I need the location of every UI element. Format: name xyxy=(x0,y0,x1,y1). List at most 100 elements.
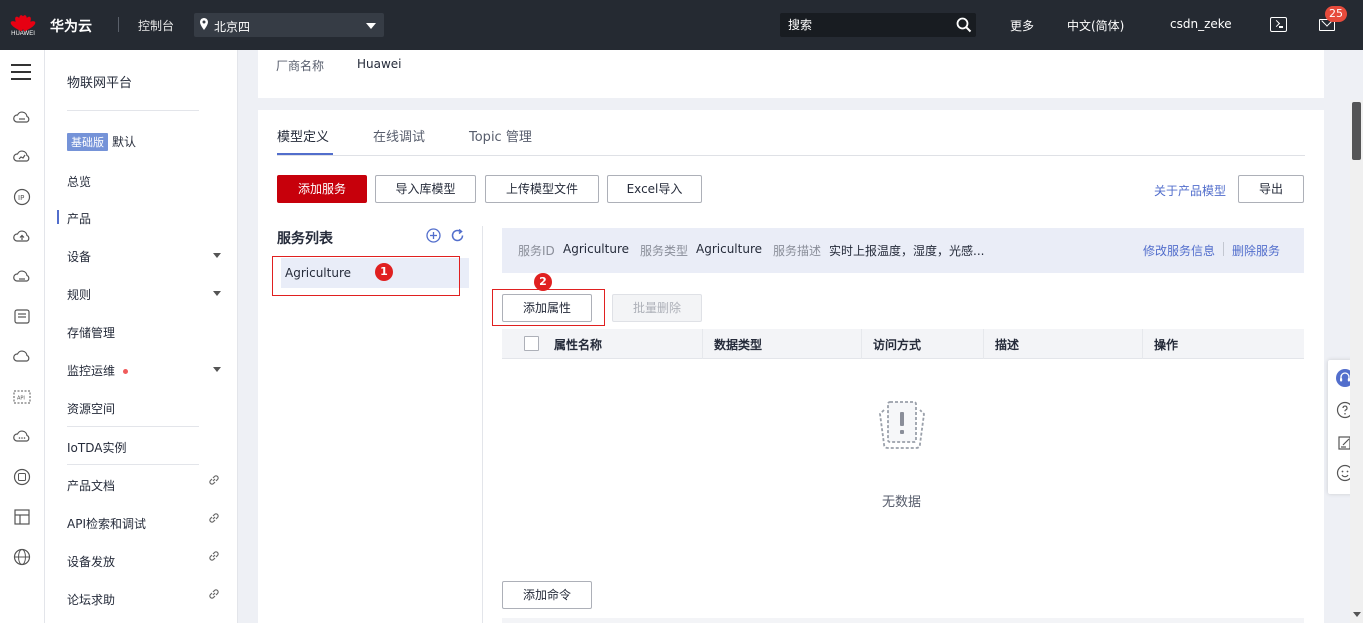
location-pin-icon xyxy=(200,18,208,30)
chevron-down-icon[interactable] xyxy=(213,367,221,372)
service-desc-value: 实时上报温度，湿度，光感... xyxy=(829,244,985,258)
notification-badge: 25 xyxy=(1325,6,1347,22)
service-list-title: 服务列表 xyxy=(277,231,333,247)
cloud-dots-icon[interactable] xyxy=(12,427,32,447)
chevron-down-icon[interactable] xyxy=(213,253,221,258)
language-selector[interactable]: 中文(简体) xyxy=(1067,17,1124,34)
service-icon-rail: IP API xyxy=(0,50,45,623)
menu-item-docs[interactable]: 产品文档 xyxy=(67,477,115,494)
tab-online-debug[interactable]: 在线调试 xyxy=(373,126,425,145)
menu-item-monitoring[interactable]: 监控运维 xyxy=(67,362,129,379)
database-icon[interactable] xyxy=(12,467,32,487)
column-header-access-mode: 访问方式 xyxy=(873,338,922,352)
cloud-server-icon[interactable] xyxy=(12,108,32,128)
terminal-icon[interactable] xyxy=(1270,17,1287,32)
iot-platform-menu: 物联网平台 基础版 默认 总览 产品 设备 规则 存储管理 监控运维 资源空间 I… xyxy=(45,50,238,623)
upload-model-file-button[interactable]: 上传模型文件 xyxy=(485,175,599,203)
column-header-actions: 操作 xyxy=(1154,338,1179,352)
svg-text:IP: IP xyxy=(18,194,24,202)
external-link-icon[interactable] xyxy=(207,473,221,487)
edit-service-link[interactable]: 修改服务信息 xyxy=(1143,242,1215,259)
service-id-value: Agriculture xyxy=(563,242,629,256)
edition-selector[interactable]: 基础版 默认 xyxy=(67,133,136,151)
region-label: 北京四 xyxy=(214,20,251,34)
huawei-logo-icon xyxy=(9,7,37,32)
import-library-model-button[interactable]: 导入库模型 xyxy=(375,175,476,203)
about-product-model-link[interactable]: 关于产品模型 xyxy=(1154,182,1226,199)
menu-item-overview[interactable]: 总览 xyxy=(67,173,91,190)
refresh-icon[interactable] xyxy=(450,228,465,243)
console-link[interactable]: 控制台 xyxy=(138,17,174,34)
column-separator xyxy=(861,329,862,359)
column-header-description: 描述 xyxy=(995,338,1020,352)
region-selector[interactable]: 北京四 xyxy=(194,13,384,37)
more-menu[interactable]: 更多 xyxy=(1010,17,1034,34)
edition-tag: 基础版 xyxy=(67,133,108,151)
menu-item-devices[interactable]: 设备 xyxy=(67,248,91,265)
caret-down-icon xyxy=(366,23,376,29)
document-list-icon[interactable] xyxy=(12,307,32,327)
cloud-storage-icon[interactable] xyxy=(12,267,32,287)
top-navbar: HUAWEI 华为云 控制台 北京四 更多 中文(简体) csdn_zeke 2… xyxy=(0,0,1363,50)
divider xyxy=(67,426,199,427)
service-type-label: 服务类型 xyxy=(640,244,689,258)
menu-title: 物联网平台 xyxy=(67,76,133,91)
column-header-data-type: 数据类型 xyxy=(714,338,763,352)
delete-service-link[interactable]: 删除服务 xyxy=(1232,242,1280,259)
external-link-icon[interactable] xyxy=(207,511,221,525)
cloud-network-icon[interactable] xyxy=(12,347,32,367)
annotation-marker-1: 1 xyxy=(375,263,393,281)
api-gateway-icon[interactable]: API xyxy=(12,387,32,407)
tab-topic-management[interactable]: Topic 管理 xyxy=(469,126,532,145)
add-circle-icon[interactable] xyxy=(426,228,441,243)
menu-item-api[interactable]: API检索和调试 xyxy=(67,515,146,532)
search-input[interactable] xyxy=(788,16,948,34)
add-property-button[interactable]: 添加属性 xyxy=(502,294,592,322)
vendor-value: Huawei xyxy=(357,57,402,71)
export-button[interactable]: 导出 xyxy=(1238,175,1304,203)
elastic-ip-icon[interactable]: IP xyxy=(12,187,32,207)
globe-icon[interactable] xyxy=(12,547,32,567)
active-tab-underline xyxy=(277,153,333,155)
chevron-down-icon[interactable] xyxy=(213,291,221,296)
select-all-checkbox[interactable] xyxy=(524,336,539,351)
scrollbar-thumb[interactable] xyxy=(1352,102,1361,160)
column-separator xyxy=(702,329,703,359)
search-icon[interactable] xyxy=(956,17,972,33)
add-service-button[interactable]: 添加服务 xyxy=(277,175,367,203)
service-type-value: Agriculture xyxy=(696,242,762,256)
global-search[interactable] xyxy=(780,13,976,37)
active-indicator xyxy=(57,210,59,224)
external-link-icon[interactable] xyxy=(207,587,221,601)
layout-grid-icon[interactable] xyxy=(12,507,32,527)
cloud-monitor-icon[interactable] xyxy=(12,147,32,167)
cloud-upload-icon[interactable] xyxy=(12,227,32,247)
tab-model-definition[interactable]: 模型定义 xyxy=(277,126,329,145)
menu-item-rules[interactable]: 规则 xyxy=(67,286,91,303)
hamburger-menu-icon[interactable] xyxy=(11,64,31,80)
menu-item-iotda[interactable]: IoTDA实例 xyxy=(67,439,126,456)
annotation-marker-2: 2 xyxy=(534,273,552,291)
menu-item-storage[interactable]: 存储管理 xyxy=(67,324,115,341)
huawei-logo[interactable]: HUAWEI xyxy=(8,7,38,43)
menu-item-forum[interactable]: 论坛求助 xyxy=(67,591,115,608)
column-header-property-name: 属性名称 xyxy=(554,338,603,352)
service-info-bar: 服务ID Agriculture 服务类型 Agriculture 服务描述 实… xyxy=(502,228,1304,273)
annotation-box-1 xyxy=(272,256,460,296)
service-desc-label: 服务描述 xyxy=(773,244,822,258)
user-menu[interactable]: csdn_zeke xyxy=(1170,17,1232,31)
logo-text: HUAWEI xyxy=(11,31,35,37)
batch-delete-button[interactable]: 批量删除 xyxy=(612,294,702,322)
menu-item-resource-space[interactable]: 资源空间 xyxy=(67,400,115,417)
column-separator xyxy=(983,329,984,359)
excel-import-button[interactable]: Excel导入 xyxy=(607,175,702,203)
menu-item-provisioning[interactable]: 设备发放 xyxy=(67,553,115,570)
alert-dot xyxy=(123,369,129,374)
page-scrollbar[interactable] xyxy=(1350,100,1363,623)
menu-item-products[interactable]: 产品 xyxy=(67,210,91,227)
external-link-icon[interactable] xyxy=(207,549,221,563)
brand-name[interactable]: 华为云 xyxy=(50,16,92,36)
command-table-header xyxy=(502,618,1304,623)
add-command-button[interactable]: 添加命令 xyxy=(502,581,592,609)
scroll-down-arrow-icon[interactable] xyxy=(1353,612,1361,617)
